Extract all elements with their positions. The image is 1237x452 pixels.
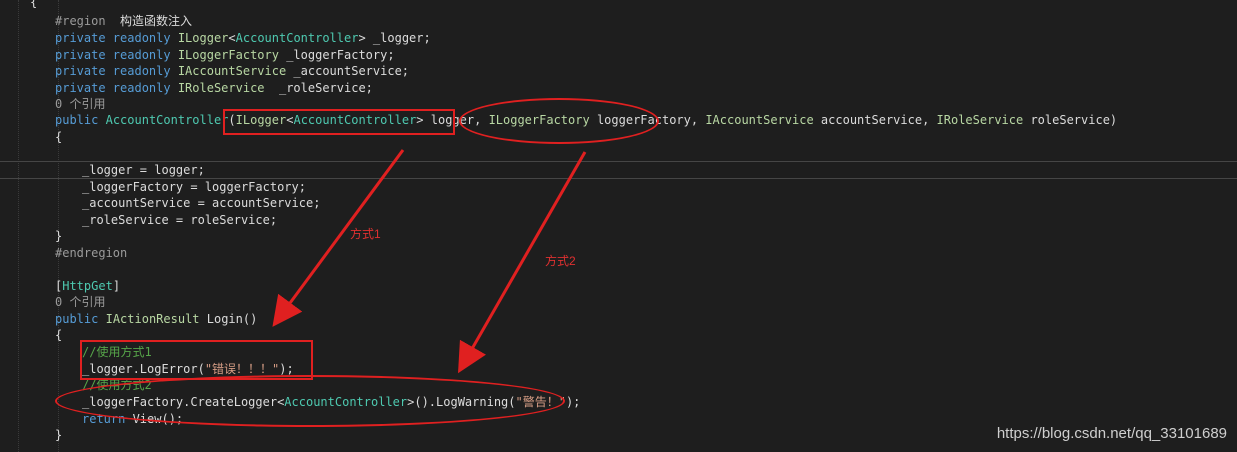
arrow-method1 — [272, 149, 405, 327]
watermark: https://blog.csdn.net/qq_33101689 — [996, 425, 1227, 442]
annotation-label-method2: 方式2 — [545, 254, 576, 268]
annotation-label-method1: 方式1 — [350, 227, 381, 241]
annotation-arrows — [272, 149, 587, 374]
